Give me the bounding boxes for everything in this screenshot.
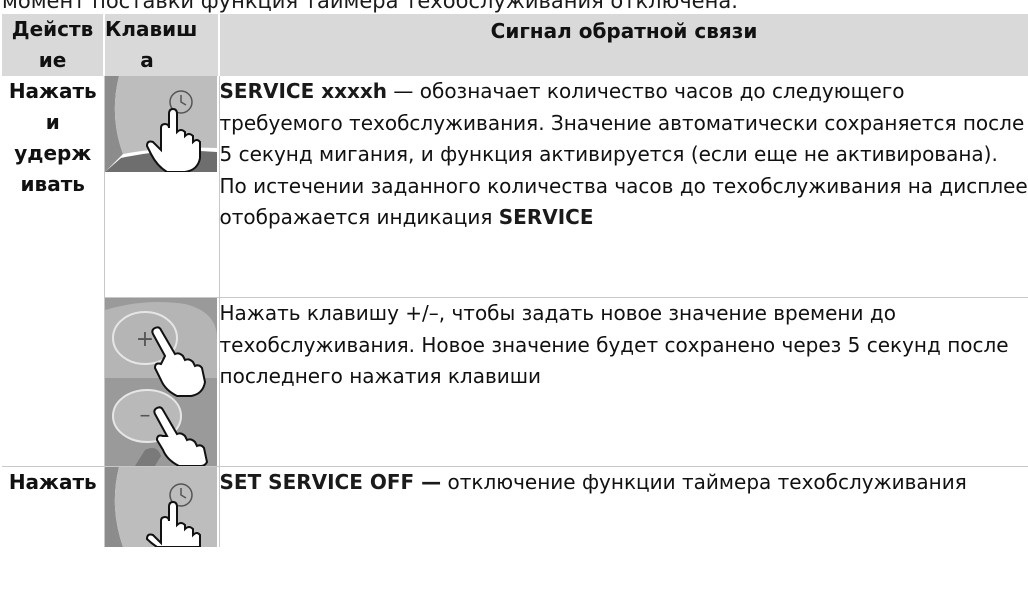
action-cell: Нажать: [2, 466, 105, 547]
header-key: Клавиш а: [104, 14, 220, 76]
clock-key-press-icon: [104, 76, 217, 172]
signal-description: отключение функции таймера техобслуживан…: [441, 470, 967, 494]
header-action: Действ ие: [2, 14, 105, 76]
header-signal: Сигнал обратной связи: [219, 14, 1028, 76]
signal-code: SERVICE xxxxh: [219, 79, 388, 103]
action-line: Нажать: [8, 79, 97, 103]
service-timer-table: Действ ие Клавиш а Сигнал обратной связи…: [2, 14, 1028, 547]
svg-text:–: –: [139, 403, 150, 428]
signal-code-end: SERVICE: [498, 205, 594, 229]
action-line: Нажать: [8, 470, 97, 494]
header-action-line2: ие: [38, 48, 67, 72]
key-cell: [104, 466, 220, 547]
signal-description: Нажать клавишу +/–, чтобы задать новое з…: [219, 301, 1009, 388]
table-row: Нажать SET SERVICE OFF — отключение функ…: [2, 466, 1028, 547]
action-line: ивать: [20, 172, 85, 196]
key-cell: + –: [104, 297, 220, 467]
plus-minus-keys-press-icon: + –: [104, 298, 217, 466]
action-line: удерж: [14, 141, 92, 165]
header-action-line1: Действ: [11, 17, 94, 41]
header-key-line2: а: [140, 48, 154, 72]
table-row: Нажать и удерж ивать SERVICE xxxxh — обо…: [2, 76, 1028, 467]
clock-key-press-icon: [104, 467, 217, 547]
signal-cell: SET SERVICE OFF — отключение функции тай…: [219, 466, 1028, 547]
intro-text: момент поставки функция таймера техобслу…: [2, 0, 738, 13]
signal-cell: SERVICE xxxxh — обозначает количество ча…: [219, 76, 1028, 298]
header-key-line1: Клавиш: [105, 17, 198, 41]
table-header-row: Действ ие Клавиш а Сигнал обратной связи: [2, 14, 1028, 76]
signal-cell: Нажать клавишу +/–, чтобы задать новое з…: [219, 297, 1028, 467]
action-cell: Нажать и удерж ивать: [2, 76, 105, 467]
action-line: и: [45, 110, 60, 134]
key-cell: [104, 76, 220, 298]
table-row: + – Нажать клавишу +/–, чтобы задать нов…: [2, 297, 1028, 467]
signal-code: SET SERVICE OFF —: [219, 470, 442, 494]
